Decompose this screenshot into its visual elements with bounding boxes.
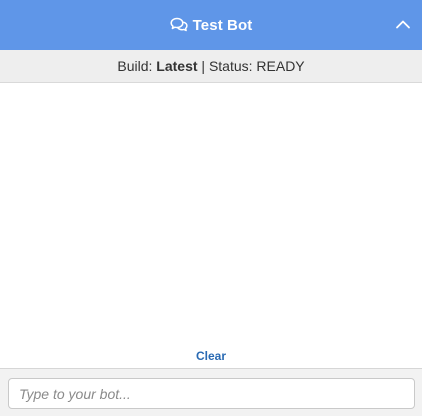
message-input[interactable] <box>8 378 415 409</box>
build-status-bar: Build: Latest | Status: READY <box>0 50 422 83</box>
build-label: Build: <box>117 58 157 74</box>
message-list[interactable] <box>0 83 422 345</box>
panel-title: Test Bot <box>192 16 253 34</box>
test-bot-panel: Test Bot Build: Latest | Status: READY C… <box>0 0 422 416</box>
clear-button[interactable]: Clear <box>196 349 226 363</box>
chat-bubbles-icon <box>170 16 188 34</box>
panel-header: Test Bot <box>0 0 422 50</box>
status-separator: | <box>197 58 209 74</box>
status-label: Status: <box>208 58 257 74</box>
header-title-group: Test Bot <box>170 16 253 34</box>
composer-area <box>0 369 422 416</box>
status-value: READY <box>256 58 305 74</box>
clear-row: Clear <box>0 349 422 363</box>
build-value: Latest <box>156 58 198 74</box>
chevron-up-icon[interactable] <box>394 15 412 33</box>
